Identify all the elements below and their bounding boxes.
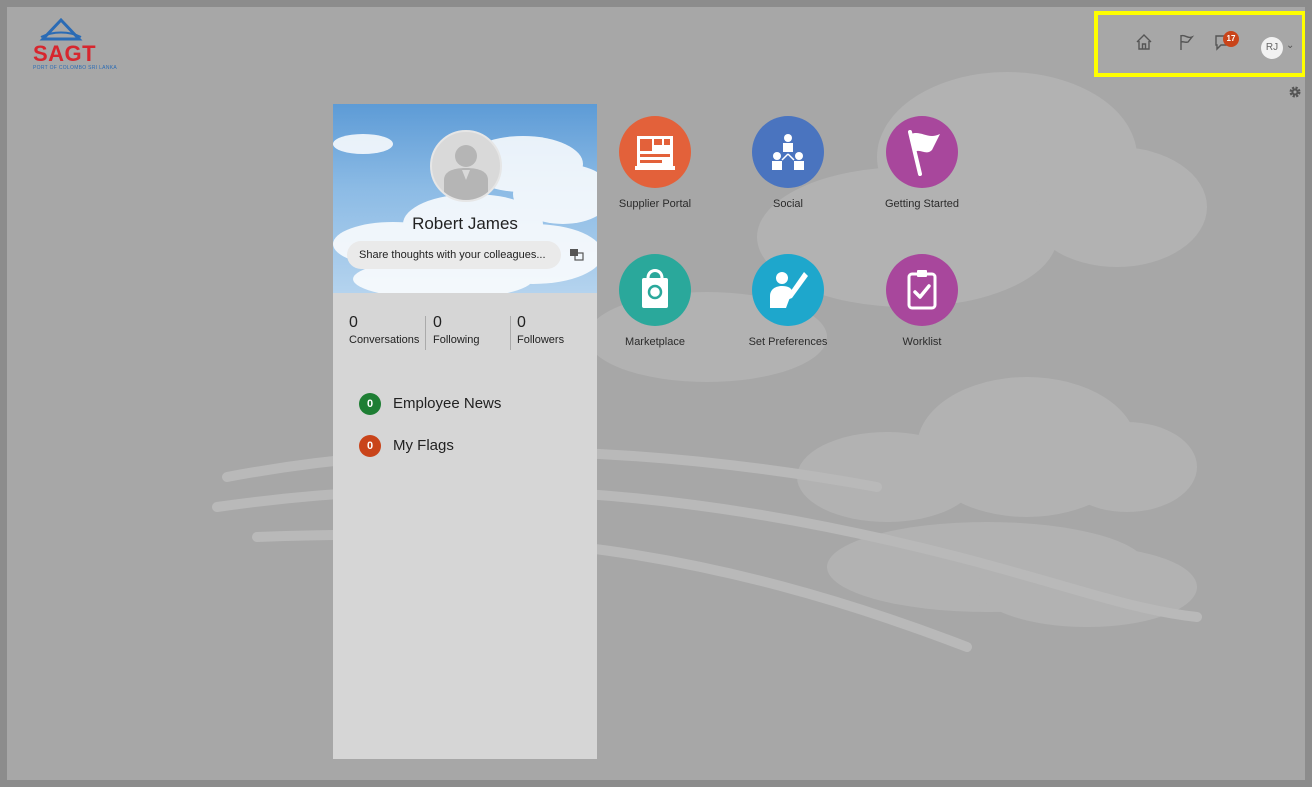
feed-label: Employee News	[393, 395, 502, 412]
logo-tagline: PORT OF COLOMBO SRI LANKA	[33, 65, 117, 71]
profile-banner: Robert James	[333, 104, 597, 299]
app-circle	[752, 116, 824, 188]
app-label: Social	[773, 198, 803, 210]
app-tile-social[interactable]: Social	[723, 116, 853, 210]
app-circle	[752, 254, 824, 326]
chevron-down-icon[interactable]: ⌄	[1286, 40, 1294, 51]
gear-icon[interactable]	[1288, 85, 1302, 99]
sagt-logo: SAGT PORT OF COLOMBO SRI LANKA	[27, 15, 117, 75]
app-tile-set-preferences[interactable]: Set Preferences	[723, 254, 853, 348]
set-preferences-icon	[770, 272, 808, 308]
app-label: Getting Started	[885, 198, 959, 210]
app-tile-getting-started[interactable]: Getting Started	[857, 116, 987, 210]
app-tile-marketplace[interactable]: Marketplace	[590, 254, 720, 348]
app-circle	[886, 116, 958, 188]
app-circle	[619, 254, 691, 326]
app-label: Supplier Portal	[618, 198, 692, 210]
profile-name: Robert James	[412, 214, 518, 233]
logo-mark-icon	[39, 17, 83, 41]
profile-panel: Robert James 0 Conversations 0 Following…	[333, 104, 597, 759]
stat-value: 0	[349, 314, 358, 331]
stat-divider	[425, 316, 426, 350]
share-post-icon[interactable]	[570, 249, 584, 261]
app-tile-worklist[interactable]: Worklist	[857, 254, 987, 348]
profile-avatar[interactable]	[430, 130, 502, 202]
stat-following[interactable]: 0 Following	[433, 314, 480, 347]
flag-icon[interactable]	[1177, 33, 1195, 51]
user-avatar-button[interactable]: RJ	[1261, 37, 1283, 59]
stat-value: 0	[433, 314, 442, 331]
home-icon[interactable]	[1135, 33, 1153, 51]
app-circle	[886, 254, 958, 326]
stat-label: Followers	[517, 334, 565, 346]
share-thoughts-input[interactable]	[347, 241, 561, 269]
person-silhouette-icon	[444, 145, 488, 200]
page-frame: SAGT PORT OF COLOMBO SRI LANKA 17 RJ ⌄ R…	[0, 0, 1312, 787]
getting-started-flag-icon	[908, 130, 940, 176]
feed-count-badge: 0	[359, 435, 381, 457]
worklist-clipboard-icon	[907, 270, 937, 310]
feed-label: My Flags	[393, 437, 454, 454]
stat-label: Conversations	[349, 334, 420, 346]
app-label: Worklist	[902, 336, 942, 348]
app-label: Marketplace	[625, 336, 685, 348]
stat-value: 0	[517, 314, 526, 331]
supplier-portal-icon	[635, 136, 675, 170]
stat-conversations[interactable]: 0 Conversations	[349, 314, 420, 347]
stat-followers[interactable]: 0 Followers	[517, 314, 565, 347]
feed-count-badge: 0	[359, 393, 381, 415]
notifications-count-badge: 17	[1223, 31, 1239, 47]
logo-wordmark: SAGT	[33, 41, 97, 66]
marketplace-bag-icon	[642, 269, 668, 308]
app-tile-supplier-portal[interactable]: Supplier Portal	[590, 116, 720, 210]
stat-divider	[510, 316, 511, 350]
app-circle	[619, 116, 691, 188]
app-label: Set Preferences	[748, 336, 828, 348]
social-icon	[772, 134, 804, 170]
stat-label: Following	[433, 334, 480, 346]
